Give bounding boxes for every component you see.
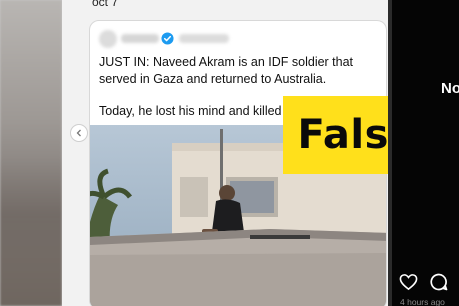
post-date: oct 7 — [92, 0, 119, 9]
avatar — [99, 30, 117, 48]
carousel-prev-button[interactable] — [70, 124, 88, 142]
scrollbar[interactable] — [388, 0, 392, 306]
verified-icon — [161, 32, 174, 45]
heart-icon[interactable] — [399, 273, 418, 291]
comment-icon[interactable] — [430, 273, 448, 291]
tweet-header — [99, 29, 229, 49]
blurred-name — [121, 34, 159, 43]
tweet-line-2: served in Gaza and returned to Australia… — [99, 72, 327, 86]
post-time: 4 hours ago — [400, 297, 445, 306]
tweet-line-1: JUST IN: Naveed Akram is an IDF soldier … — [99, 55, 354, 69]
right-dark-panel: No 4 hours ago — [388, 0, 459, 306]
blurred-background — [0, 0, 62, 306]
side-heading-partial: No — [441, 80, 459, 97]
blurred-handle — [179, 34, 229, 43]
chevron-left-icon — [76, 129, 81, 137]
